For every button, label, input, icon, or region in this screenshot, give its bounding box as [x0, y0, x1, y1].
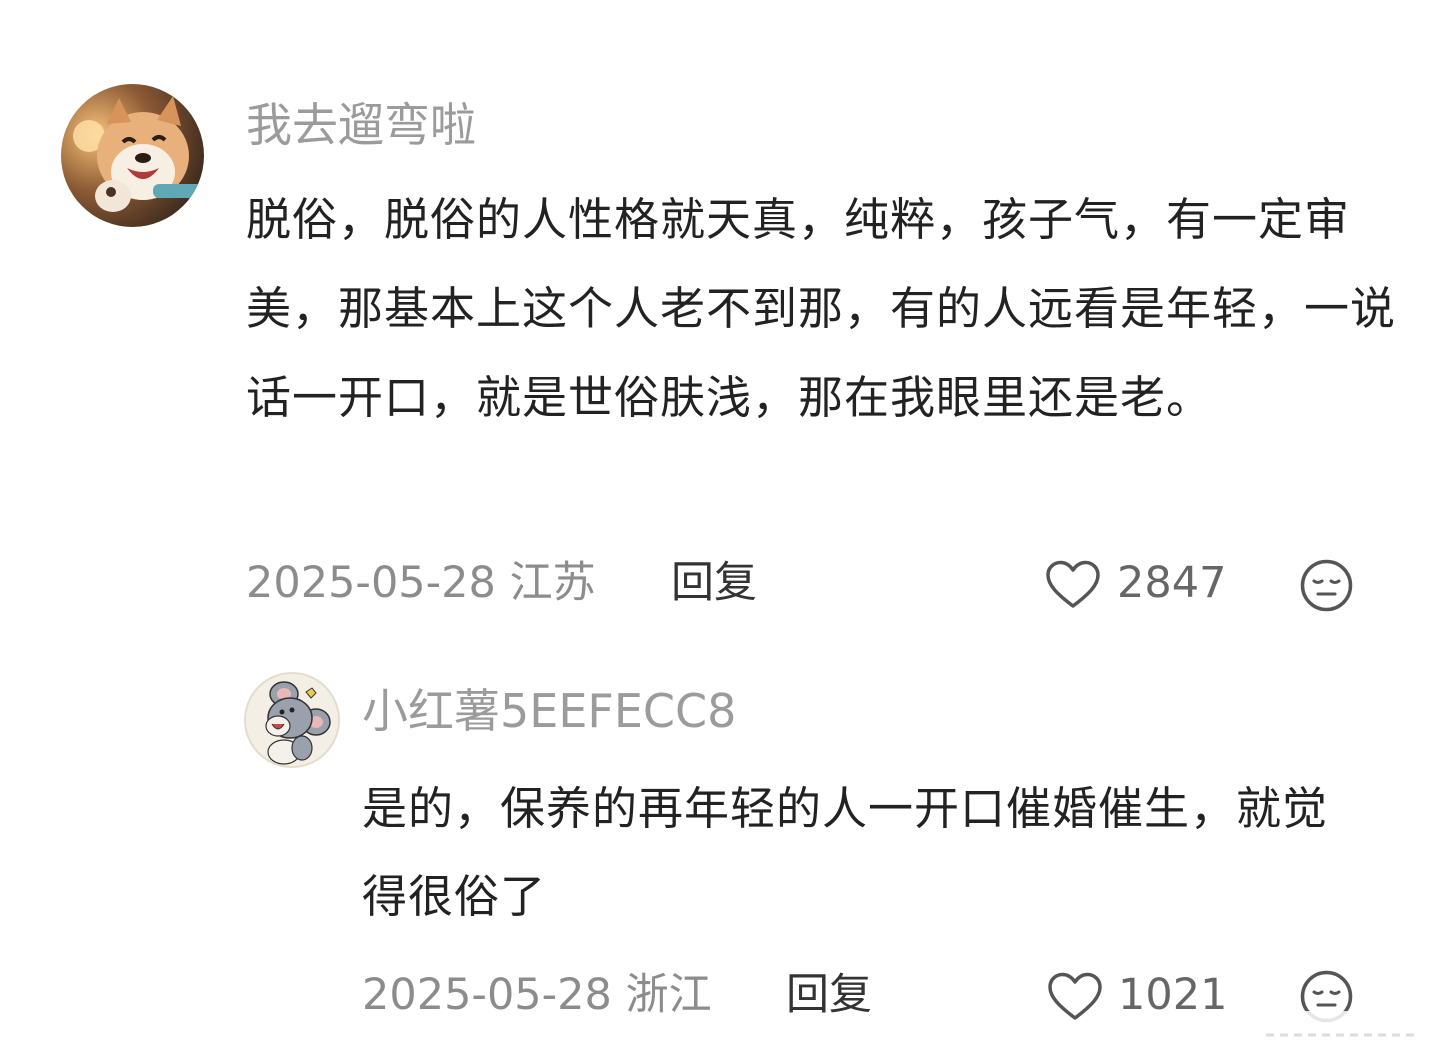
- reply-button[interactable]: 回复: [671, 553, 757, 613]
- username[interactable]: 小红薯5EEFECC8: [362, 680, 736, 742]
- shiba-dog-avatar: [61, 84, 204, 227]
- like-count: 2847: [1117, 558, 1227, 608]
- heart-outline-icon[interactable]: [1047, 972, 1103, 1022]
- heart-outline-icon[interactable]: [1045, 560, 1101, 610]
- comment-text: 脱俗，脱俗的人性格就天真，纯粹，孩子气，有一定审美，那基本上这个人老不到那，有的…: [246, 193, 1397, 424]
- comment-text: 是的，保养的再年轻的人一开口催婚催生，就觉得很俗了: [362, 782, 1329, 923]
- neutral-face-icon[interactable]: [1300, 559, 1353, 612]
- comment-location: 浙江: [625, 970, 712, 1020]
- avatar[interactable]: [244, 672, 340, 768]
- username[interactable]: 我去遛弯啦: [246, 94, 476, 156]
- reply-button[interactable]: 回复: [786, 965, 872, 1025]
- comment-meta: 2025-05-28 江苏: [246, 553, 596, 613]
- cartoon-mouse-avatar: [244, 672, 340, 768]
- comment-location: 江苏: [509, 558, 596, 608]
- comment-item: 我去遛弯啦 脱俗，脱俗的人性格就天真，纯粹，孩子气，有一定审美，那基本上这个人老…: [0, 0, 1440, 640]
- avatar[interactable]: [61, 84, 204, 227]
- watermark-overlay: [1206, 1011, 1426, 1045]
- comment-date: 2025-05-28: [246, 558, 496, 608]
- comment-date: 2025-05-28: [362, 970, 612, 1020]
- reply-item: 小红薯5EEFECC8 是的，保养的再年轻的人一开口催婚催生，就觉得很俗了 20…: [0, 640, 1440, 1055]
- comment-meta: 2025-05-28 浙江: [362, 965, 712, 1025]
